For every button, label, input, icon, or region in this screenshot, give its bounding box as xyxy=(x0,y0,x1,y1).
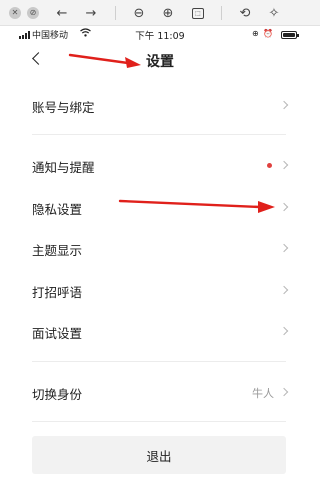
chevron-right-icon xyxy=(279,100,289,110)
settings-item-label: 面试设置 xyxy=(32,325,83,341)
settings-item-label: 切换身份 xyxy=(32,386,83,402)
settings-item-privacy[interactable]: 隐私设置 xyxy=(0,188,320,228)
settings-item-label: 账号与绑定 xyxy=(32,99,95,115)
chevron-right-icon xyxy=(279,285,289,295)
zoom-in-icon[interactable]: ⊕ xyxy=(160,0,176,26)
chevron-right-icon xyxy=(279,387,289,397)
settings-item-greeting[interactable]: 打招呼语 xyxy=(0,271,320,311)
block-icon[interactable]: ⊘ xyxy=(26,0,40,26)
settings-item-label: 打招呼语 xyxy=(32,284,83,300)
settings-item-interview[interactable]: 面试设置 xyxy=(0,312,320,352)
toolbar-divider xyxy=(115,6,116,20)
back-arrow-icon[interactable]: ← xyxy=(55,0,69,26)
rotate-icon[interactable]: ⟲ xyxy=(237,0,253,26)
close-icon[interactable]: ✕ xyxy=(8,0,22,26)
chevron-right-icon xyxy=(279,326,289,336)
chevron-right-icon xyxy=(279,243,289,253)
fit-page-icon[interactable]: ⬚ xyxy=(190,0,206,26)
settings-item-account-binding[interactable]: 账号与绑定 xyxy=(0,86,320,126)
unread-dot xyxy=(267,163,272,168)
section-divider xyxy=(32,134,286,135)
settings-item-label: 通知与提醒 xyxy=(32,159,95,175)
chevron-right-icon xyxy=(279,160,289,170)
forward-arrow-icon[interactable]: → xyxy=(84,0,98,26)
nav-header: 设置 xyxy=(0,44,320,76)
magic-wand-icon[interactable]: ✧ xyxy=(266,0,282,26)
zoom-out-icon[interactable]: ⊖ xyxy=(131,0,147,26)
page-title: 设置 xyxy=(146,54,174,70)
battery-icon xyxy=(281,31,299,39)
status-bar: 中国移动 下午 11:09 ⊕ ⏰ xyxy=(0,26,320,44)
settings-item-theme[interactable]: 主题显示 xyxy=(0,229,320,269)
chevron-right-icon xyxy=(279,202,289,212)
lock-alarm-icons: ⊕ ⏰ xyxy=(252,29,275,38)
settings-item-label: 主题显示 xyxy=(32,242,83,258)
logout-button[interactable]: 退出 xyxy=(32,436,286,474)
settings-item-switch-identity[interactable]: 切换身份 牛人 xyxy=(0,373,320,413)
image-viewer-toolbar: ✕ ⊘ ← → ⊖ ⊕ ⬚ ⟲ ✧ xyxy=(0,0,320,26)
settings-item-notifications[interactable]: 通知与提醒 xyxy=(0,146,320,186)
current-identity-value: 牛人 xyxy=(252,387,274,400)
toolbar-divider xyxy=(221,6,222,20)
settings-item-label: 隐私设置 xyxy=(32,201,83,217)
section-divider xyxy=(32,361,286,362)
section-divider xyxy=(32,421,286,422)
